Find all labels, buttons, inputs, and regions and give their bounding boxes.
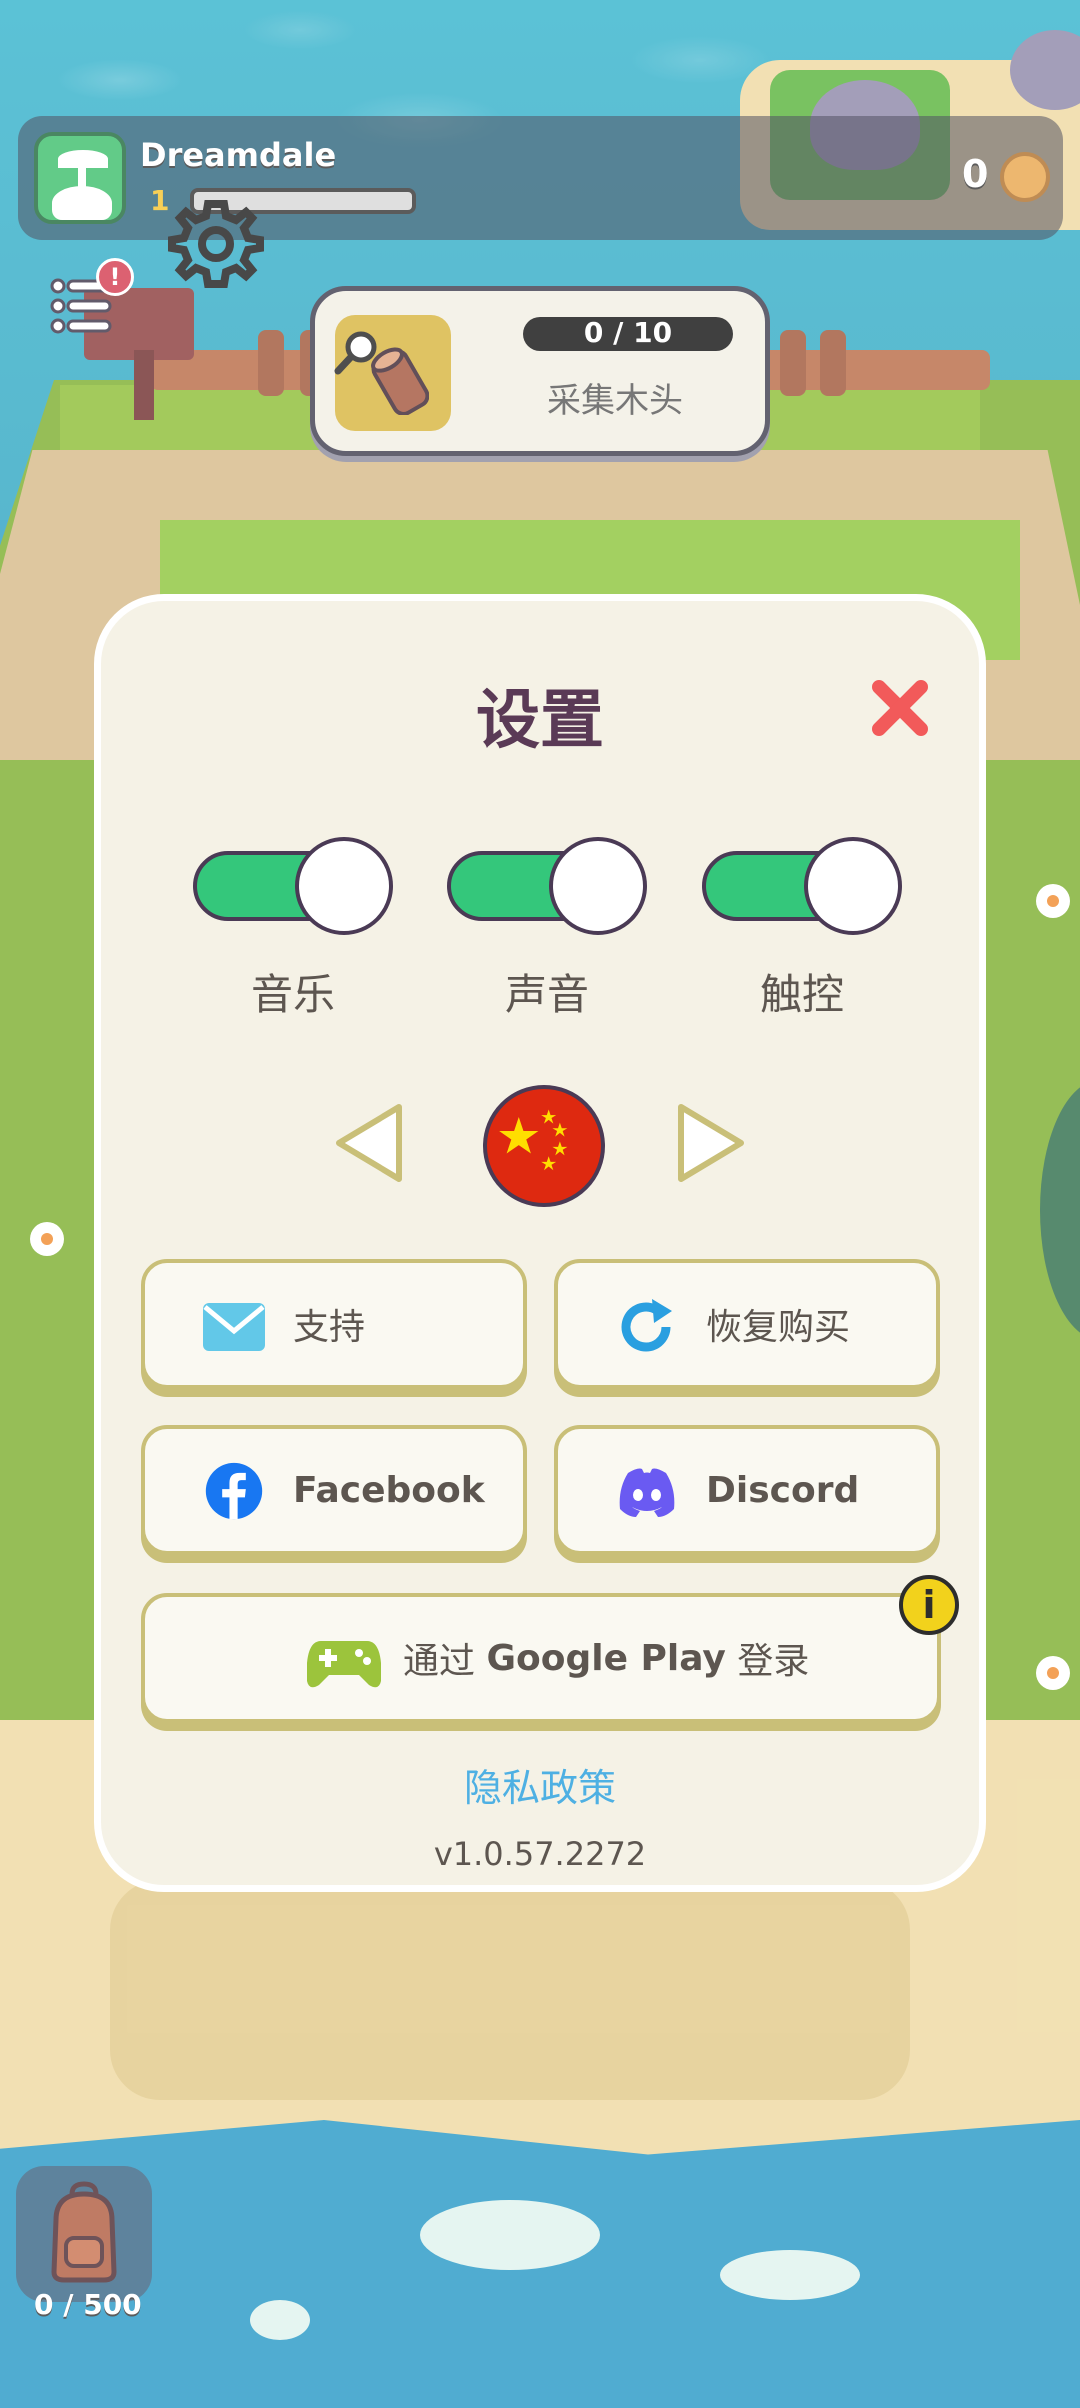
discord-icon [619, 1468, 675, 1517]
info-icon[interactable]: i [899, 1575, 959, 1635]
haptics-toggle[interactable] [702, 837, 902, 935]
china-flag-icon [483, 1085, 605, 1207]
google-play-signin-button[interactable]: 通过 Google Play 登录 [141, 1593, 941, 1723]
sound-label: 声音 [504, 970, 589, 1019]
support-button[interactable]: 支持 [141, 1259, 527, 1389]
google-signin-label: 通过 Google Play 登录 [403, 1597, 809, 1719]
restore-label: 恢复购买 [706, 1307, 851, 1348]
gamepad-icon [307, 1641, 381, 1688]
music-label: 音乐 [250, 970, 335, 1019]
refresh-icon [621, 1299, 672, 1352]
version-label: v1.0.57.2272 [433, 1835, 647, 1873]
google-play-brand: Google Play [486, 1637, 726, 1679]
google-signin-suffix: 登录 [725, 1641, 810, 1682]
google-signin-prefix: 通过 [403, 1641, 487, 1682]
facebook-icon [205, 1462, 263, 1520]
dialog-title: 设置 [476, 684, 604, 758]
sound-toggle[interactable] [447, 837, 647, 935]
settings-dialog: 设置 音乐 声音 触控 支持 恢复购买 Facebook Discord 通过 … [94, 594, 986, 1892]
language-prev-arrow-icon[interactable] [329, 1101, 409, 1185]
support-label: 支持 [293, 1307, 366, 1348]
language-next-arrow-icon[interactable] [671, 1101, 751, 1185]
discord-button[interactable]: Discord [554, 1425, 940, 1555]
facebook-button[interactable]: Facebook [141, 1425, 527, 1555]
mail-icon [203, 1303, 265, 1351]
restore-purchases-button[interactable]: 恢复购买 [554, 1259, 940, 1389]
facebook-label: Facebook [293, 1469, 485, 1511]
music-toggle[interactable] [193, 837, 393, 935]
privacy-policy-link[interactable]: 隐私政策 [101, 1757, 979, 1812]
discord-label: Discord [706, 1469, 860, 1511]
haptics-label: 触控 [759, 970, 844, 1019]
close-icon[interactable] [869, 677, 931, 739]
